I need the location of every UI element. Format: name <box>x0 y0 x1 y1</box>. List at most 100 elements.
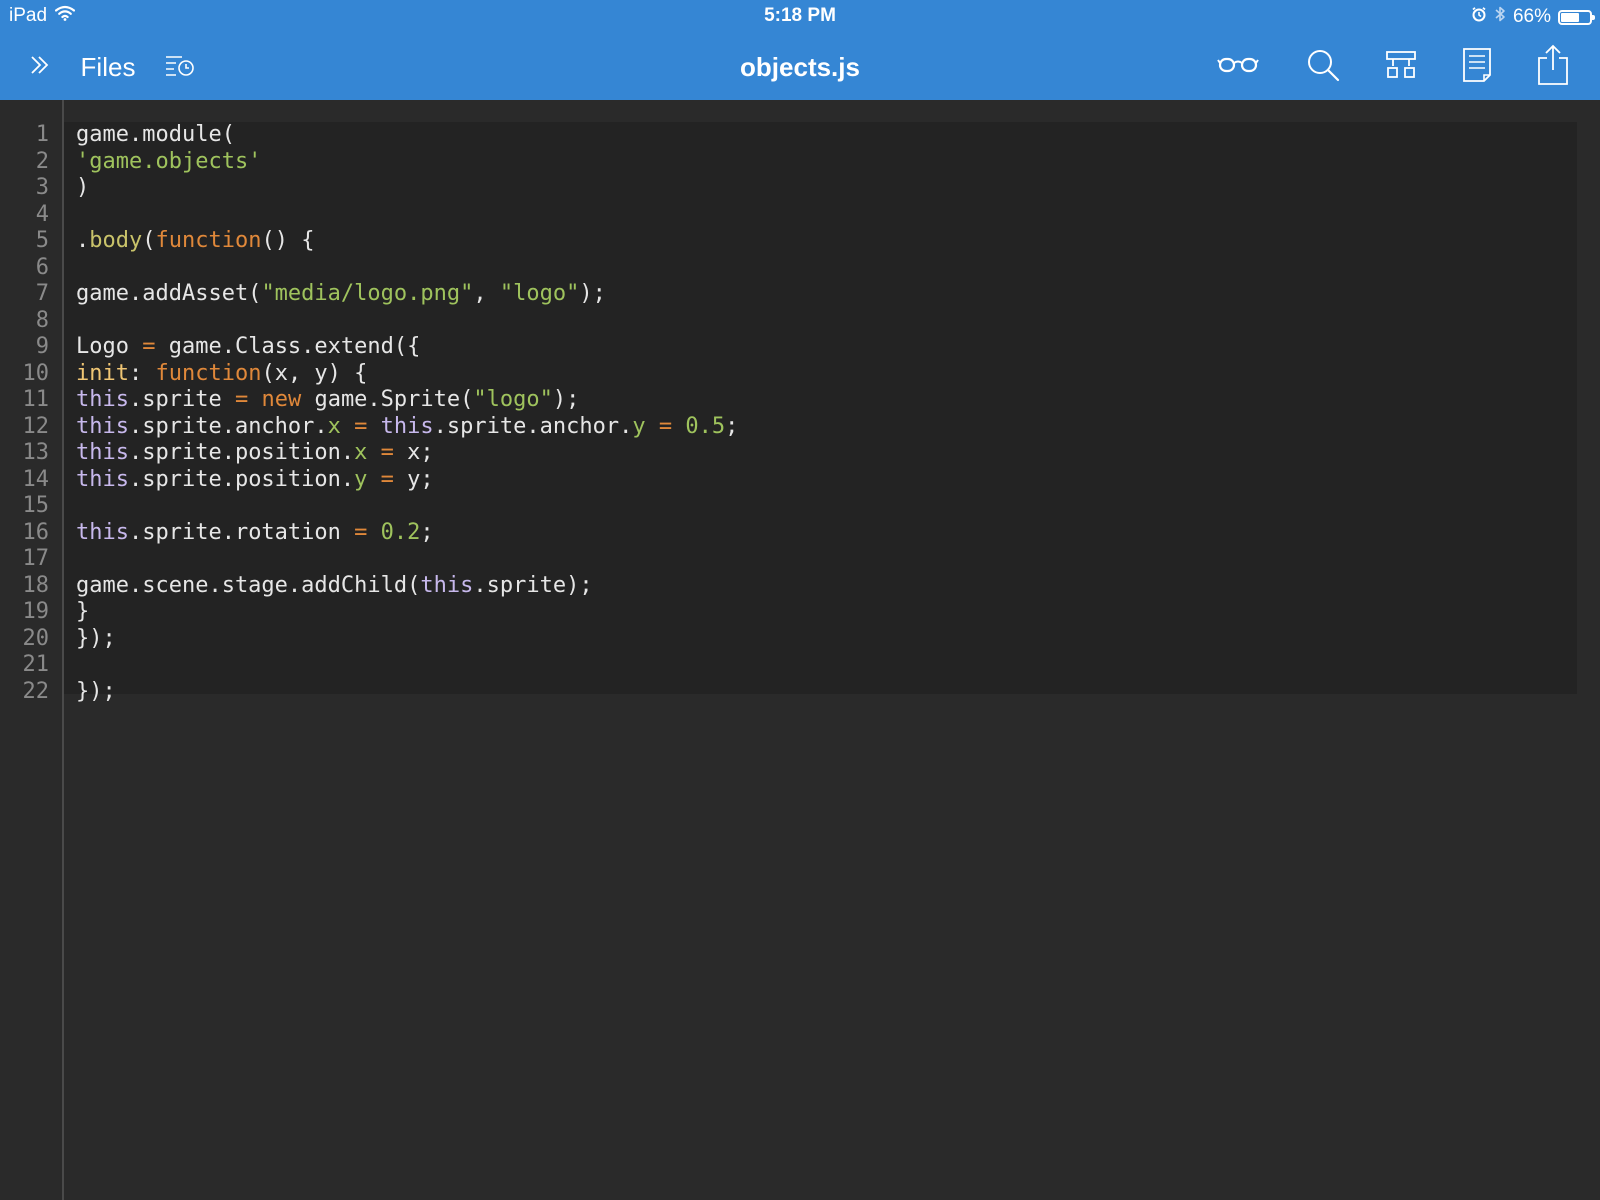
code-token: init <box>76 360 129 386</box>
document-icon <box>1462 47 1492 88</box>
code-token: .sprite.position. <box>128 440 355 465</box>
code-token: game.addAsset( <box>76 281 262 306</box>
code-line[interactable]: 16 this.sprite.rotation = 0.2; <box>0 520 1600 547</box>
code-text: this.sprite.anchor.x = this.sprite.ancho… <box>76 414 738 441</box>
code-token: .sprite.rotation <box>128 519 355 545</box>
code-line[interactable]: 21 <box>0 652 1600 679</box>
code-token: body <box>89 228 143 253</box>
share-icon <box>1537 44 1569 91</box>
recent-files-icon <box>164 53 196 82</box>
alarm-icon <box>1471 6 1487 28</box>
search-button[interactable] <box>1304 34 1342 100</box>
code-token: game.module( <box>76 122 235 147</box>
code-token: game.Sprite( <box>301 387 474 412</box>
code-token: (x, y) { <box>261 360 368 386</box>
code-token: this <box>76 413 129 439</box>
code-line[interactable]: 4 <box>0 202 1600 229</box>
code-token: = <box>380 466 394 492</box>
code-text: game.addAsset("media/logo.png", "logo"); <box>76 281 606 308</box>
code-token: y; <box>393 466 434 492</box>
line-number: 11 <box>22 387 50 412</box>
code-line[interactable]: 22}); <box>0 679 1600 706</box>
document-outline-button[interactable] <box>1460 34 1494 100</box>
line-number: 5 <box>35 228 49 253</box>
code-text: init: function(x, y) { <box>76 361 367 388</box>
code-token: function <box>155 228 262 253</box>
status-bar: iPad 5:18 PM 66% <box>0 0 1600 34</box>
code-line[interactable]: 6 <box>0 255 1600 282</box>
code-token: .sprite.position. <box>128 466 355 492</box>
code-line[interactable]: 20}); <box>0 626 1600 653</box>
line-number: 16 <box>22 519 50 545</box>
recent-files-button[interactable] <box>162 34 198 100</box>
line-number: 19 <box>22 599 50 624</box>
header: iPad 5:18 PM 66% Files objects.js <box>0 0 1600 100</box>
code-token: this <box>76 387 129 412</box>
code-token: }); <box>76 625 116 651</box>
share-button[interactable] <box>1536 34 1570 100</box>
code-line[interactable]: 17 <box>0 546 1600 573</box>
code-token: "logo" <box>499 281 580 306</box>
code-line[interactable]: 19} <box>0 599 1600 626</box>
code-token: 'game.objects' <box>76 148 262 174</box>
line-number: 15 <box>22 493 50 518</box>
code-token: .sprite.anchor. <box>433 413 633 439</box>
code-token: = <box>354 519 368 545</box>
code-token: ( <box>142 228 156 253</box>
code-line[interactable]: 2 'game.objects' <box>0 149 1600 176</box>
line-number: 21 <box>22 652 50 677</box>
code-line[interactable]: 9 Logo = game.Class.extend({ <box>0 334 1600 361</box>
app-window: iPad 5:18 PM 66% Files objects.js 1 game… <box>0 0 1600 1200</box>
code-line[interactable]: 12 this.sprite.anchor.x = this.sprite.anc… <box>0 414 1600 441</box>
code-text: this.sprite.position.x = x; <box>76 440 434 467</box>
code-text: this.sprite = new game.Sprite("logo"); <box>76 387 579 414</box>
reading-glasses-icon <box>1217 56 1259 79</box>
files-button[interactable]: Files <box>76 34 140 100</box>
code-token: Logo <box>76 334 143 359</box>
layout-button[interactable] <box>1382 34 1420 100</box>
line-number: 18 <box>22 572 50 598</box>
code-line[interactable]: 8 <box>0 308 1600 335</box>
code-line[interactable]: 10 init: function(x, y) { <box>0 361 1600 388</box>
code-text: 'game.objects' <box>76 149 261 176</box>
code-token: , <box>473 281 500 306</box>
code-editor[interactable]: 1 game.module(2'game.objects' 3) 4 5 .body(fu… <box>0 100 1600 1200</box>
code-token: ); <box>579 281 606 306</box>
files-label: Files <box>80 51 136 82</box>
line-number: 17 <box>22 546 50 571</box>
code-text: Logo = game.Class.extend({ <box>76 334 420 361</box>
line-number: 7 <box>35 281 49 306</box>
code-line[interactable]: 14 this.sprite.position.y = y; <box>0 467 1600 494</box>
code-line[interactable]: 5 .body(function() { <box>0 228 1600 255</box>
code-token: ; <box>420 519 434 545</box>
preview-button[interactable] <box>1216 34 1260 100</box>
battery-icon <box>1558 9 1595 25</box>
status-time: 5:18 PM <box>764 5 836 26</box>
code-text: this.sprite.position.y = y; <box>76 467 434 494</box>
line-number: 1 <box>35 122 49 147</box>
expand-chevrons-icon <box>29 54 51 81</box>
code-token: function <box>155 360 262 386</box>
code-line[interactable]: 18 game.scene.stage.addChild(this.sprite)… <box>0 573 1600 600</box>
line-number: 6 <box>35 254 49 280</box>
code-line[interactable]: 7 game.addAsset("media/logo.png", "logo")… <box>0 281 1600 308</box>
line-number: 22 <box>22 678 50 704</box>
code-token: game.scene.stage.addChild( <box>76 572 421 598</box>
expand-sidebar-button[interactable] <box>22 34 58 100</box>
code-line[interactable]: 1 game.module( <box>0 122 1600 149</box>
code-line[interactable]: 3) <box>0 175 1600 202</box>
code-token: x <box>327 413 341 439</box>
code-line[interactable]: 11 this.sprite = new game.Sprite("logo"); <box>0 387 1600 414</box>
line-number: 3 <box>35 175 49 200</box>
code-token: () { <box>261 228 315 253</box>
code-line[interactable]: 15 <box>0 493 1600 520</box>
code-token: 0.5 <box>685 413 726 439</box>
code-line[interactable]: 13 this.sprite.position.x = x; <box>0 440 1600 467</box>
code-token: = <box>354 413 368 439</box>
code-token: new <box>261 387 302 412</box>
